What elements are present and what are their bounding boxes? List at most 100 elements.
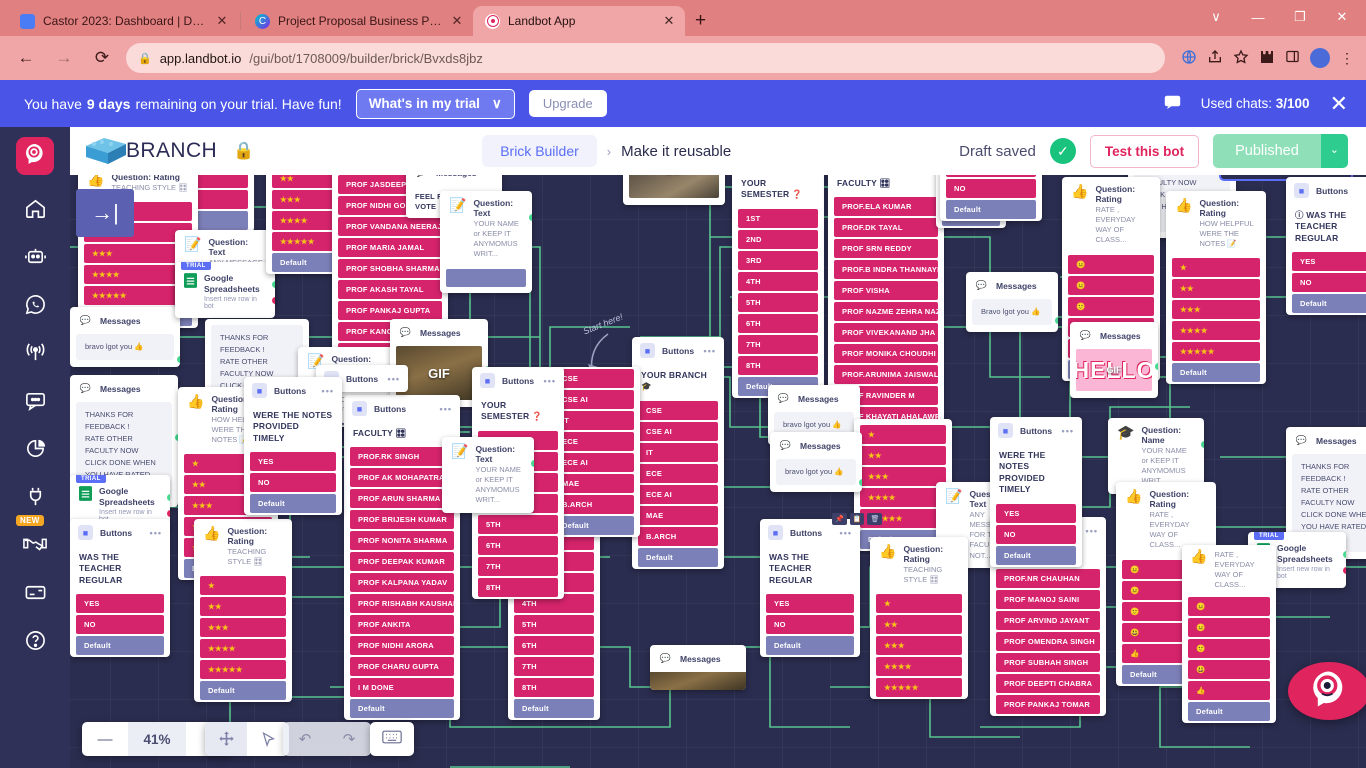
- output-port[interactable]: [271, 280, 275, 289]
- sidebar-item-help[interactable]: [12, 617, 58, 663]
- option-star-1[interactable]: ★: [1172, 258, 1260, 278]
- breadcrumb-brick-builder[interactable]: Brick Builder: [482, 135, 597, 167]
- window-close-icon[interactable]: ✕: [1322, 3, 1362, 31]
- option-yes[interactable]: YES: [250, 452, 336, 472]
- sidebar-item-whatsapp[interactable]: [12, 281, 58, 327]
- error-port[interactable]: [166, 509, 170, 518]
- output-port[interactable]: [1054, 316, 1058, 325]
- browser-menu-icon[interactable]: ⋮: [1340, 50, 1354, 67]
- option-semester-6[interactable]: 7TH: [478, 556, 558, 576]
- option-star-1[interactable]: ★: [876, 594, 962, 614]
- node-question-rating-bottom[interactable]: 👍 RATE , EVERYDAY WAY OF CLASS... 😐 😐 🙂 😃 👍 …: [1182, 545, 1276, 723]
- option-branch-6[interactable]: B.ARCH: [554, 495, 634, 514]
- option-star-5[interactable]: ★★★★★: [1172, 342, 1260, 362]
- output-port[interactable]: [176, 355, 180, 364]
- option-faculty-5[interactable]: PROF DEEPTI CHABRA: [996, 674, 1100, 694]
- upgrade-button[interactable]: Upgrade: [528, 90, 607, 117]
- node-menu-icon[interactable]: •••: [704, 346, 716, 356]
- chevron-down-icon[interactable]: ⌄: [1320, 134, 1348, 168]
- option-default[interactable]: Default: [514, 698, 594, 718]
- option-star-4[interactable]: ★★★★: [1172, 321, 1260, 341]
- zoom-out-button[interactable]: —: [82, 722, 128, 756]
- tab-close-1[interactable]: ✕: [451, 13, 463, 29]
- option-faculty-7[interactable]: PROF RISHABH KAUSHAL: [350, 594, 454, 614]
- error-port[interactable]: [271, 296, 275, 305]
- option-star-1[interactable]: ★: [860, 425, 946, 444]
- reload-icon[interactable]: ⟳: [88, 44, 116, 72]
- delete-icon[interactable]: 🗑: [867, 513, 883, 525]
- option-emoji-4[interactable]: 👍: [1188, 680, 1270, 700]
- option-emoji-2[interactable]: 🙂: [1068, 296, 1154, 316]
- option-faculty-2[interactable]: PROF ARVIND JAYANT: [996, 611, 1100, 631]
- option-semester-7[interactable]: 8TH: [478, 577, 558, 597]
- option-default[interactable]: Default: [638, 547, 718, 567]
- whats-in-my-trial-button[interactable]: What's in my trial ∨: [355, 88, 515, 119]
- option-faculty-4[interactable]: PROF MARIA JAMAL: [338, 238, 442, 258]
- option-faculty-10[interactable]: PROF CHARU GUPTA: [350, 657, 454, 677]
- copy-icon[interactable]: 📋: [849, 513, 865, 525]
- node-buttons-notes-timely-2[interactable]: ■ Buttons ••• WERE THE NOTES PROVIDED TI…: [244, 377, 342, 516]
- option-semester-5[interactable]: 6TH: [478, 535, 558, 555]
- option-emoji-3[interactable]: 😃: [1188, 659, 1270, 679]
- option-branch-2[interactable]: IT: [638, 442, 718, 462]
- tab-close-0[interactable]: ✕: [216, 13, 228, 29]
- option-semester-3[interactable]: 4TH: [738, 271, 818, 291]
- option-yes[interactable]: YES: [996, 503, 1076, 523]
- error-port[interactable]: [1342, 566, 1346, 575]
- forward-icon[interactable]: →: [50, 44, 78, 72]
- option-default[interactable]: Default: [1188, 701, 1270, 721]
- option-faculty-1[interactable]: PROF.DK TAYAL: [834, 218, 938, 238]
- extensions-icon[interactable]: [1259, 49, 1275, 68]
- option-yes[interactable]: YES: [76, 594, 164, 614]
- option-branch-5[interactable]: MAE: [554, 474, 634, 493]
- option-faculty-9[interactable]: PROF NIDHI ARORA: [350, 636, 454, 656]
- node-messages-hello-gif[interactable]: 💬 Messages HELLO GIF: [1070, 322, 1158, 398]
- option-faculty-0[interactable]: PROF.ELA KUMAR: [834, 197, 938, 217]
- option-faculty-8[interactable]: PROF ANKITA: [350, 615, 454, 635]
- node-pin-toolbar[interactable]: 📌 📋 🗑: [832, 513, 883, 525]
- node-messages-bravo-2[interactable]: 💬 Messages Bravo lgot you 👍: [966, 272, 1058, 332]
- option-faculty-6[interactable]: PROF KALPANA YADAV: [350, 573, 454, 593]
- option-branch-2[interactable]: IT: [554, 411, 634, 430]
- node-google-sheets-1[interactable]: TRIAL Google Spreadsheets Insert new row…: [175, 262, 275, 319]
- browser-tab-1[interactable]: C Project Proposal Business Presen ✕: [243, 6, 473, 36]
- node-buttons-teacher-regular-4[interactable]: ■ Buttons ••• WAS THE TEACHER REGULAR YE…: [760, 519, 860, 658]
- option-no[interactable]: NO: [250, 473, 336, 493]
- option-faculty-8[interactable]: PROF.ARUNIMA JAISWAL: [834, 365, 938, 385]
- option-branch-1[interactable]: CSE AI: [554, 390, 634, 409]
- option-default[interactable]: Default: [1172, 363, 1260, 383]
- option-faculty-2[interactable]: PROF ARUN SHARMA: [350, 489, 454, 509]
- pan-tool-icon[interactable]: [205, 722, 247, 756]
- sidebar-item-analytics[interactable]: [12, 425, 58, 471]
- option-default[interactable]: Default: [200, 681, 286, 701]
- translate-icon[interactable]: [1181, 49, 1197, 68]
- window-maximize-icon[interactable]: ❐: [1280, 3, 1320, 31]
- option-default[interactable]: Default: [350, 699, 454, 719]
- option-star-4[interactable]: ★★★★: [200, 639, 286, 659]
- output-port[interactable]: [528, 213, 532, 222]
- sidepanel-icon[interactable]: [1285, 49, 1300, 67]
- option-default[interactable]: Default: [554, 516, 634, 535]
- browser-tab-0[interactable]: Castor 2023: Dashboard | Devfoli ✕: [8, 6, 238, 36]
- option-faculty-1[interactable]: PROF MANOJ SAINI: [996, 590, 1100, 610]
- option-emoji-1[interactable]: 😐: [1188, 617, 1270, 637]
- window-menu-icon[interactable]: ∨: [1196, 3, 1236, 31]
- option-branch-4[interactable]: ECE AI: [638, 484, 718, 504]
- option-emoji-2[interactable]: 🙂: [1188, 638, 1270, 658]
- option-semester-4[interactable]: 5TH: [514, 614, 594, 634]
- node-menu-icon[interactable]: •••: [440, 404, 452, 414]
- published-button[interactable]: Published: [1213, 134, 1321, 168]
- back-icon[interactable]: ←: [12, 44, 40, 72]
- browser-tab-2[interactable]: Landbot App ✕: [473, 6, 685, 36]
- option-faculty-3[interactable]: PROF.B INDRA THANNAYI: [834, 260, 938, 280]
- option-semester-5[interactable]: 6TH: [738, 313, 818, 333]
- option-faculty-3[interactable]: PROF VANDANA NEERAJ: [338, 217, 442, 237]
- node-menu-icon[interactable]: •••: [1086, 526, 1098, 536]
- option-yes[interactable]: YES: [766, 594, 854, 614]
- option-star-5[interactable]: ★★★★★: [200, 660, 286, 680]
- option-branch-0[interactable]: CSE: [554, 369, 634, 388]
- option-star-3[interactable]: ★★★: [860, 467, 946, 486]
- option-star-2[interactable]: ★★: [200, 597, 286, 617]
- option-faculty-0[interactable]: PROF.RK SINGH: [350, 447, 454, 467]
- option-faculty-4[interactable]: PROF NONITA SHARMA: [350, 531, 454, 551]
